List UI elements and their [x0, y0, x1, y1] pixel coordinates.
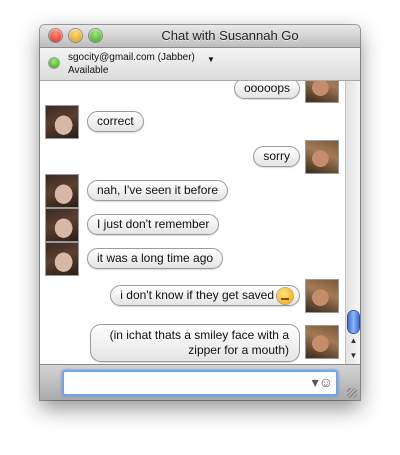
- message-row: sorry: [40, 140, 345, 174]
- message-bubble: ooooops: [233, 81, 300, 99]
- account-status-bar: sgocity@gmail.com (Jabber) ▼ Available: [40, 48, 360, 81]
- message-row: i don't know if they get saved: [40, 279, 345, 313]
- message-row: nah, I've seen it before: [40, 174, 345, 208]
- message-input-bar: ▾☺: [40, 364, 360, 400]
- message-input[interactable]: [67, 374, 311, 392]
- minimize-icon[interactable]: [69, 29, 82, 42]
- scroll-thumb[interactable]: [348, 311, 359, 333]
- title-bar[interactable]: Chat with Susannah Go: [40, 25, 360, 48]
- avatar: [305, 279, 339, 313]
- avatar: [45, 208, 79, 242]
- message-row: correct: [40, 105, 345, 139]
- message-bubble: I just don't remember: [87, 214, 220, 235]
- message-bubble: i don't know if they get saved: [110, 285, 300, 306]
- message-bubble: sorry: [253, 146, 300, 167]
- close-icon[interactable]: [49, 29, 62, 42]
- avatar: [305, 81, 339, 103]
- avatar: [45, 242, 79, 276]
- avatar: [305, 325, 339, 359]
- message-bubble: it was a long time ago: [87, 248, 224, 269]
- message-input-field[interactable]: ▾☺: [62, 370, 338, 396]
- message-text: i don't know if they get saved: [120, 288, 274, 302]
- chat-transcript[interactable]: ooooops correct sorry nah, I've seen it …: [40, 81, 345, 364]
- zoom-icon[interactable]: [89, 29, 102, 42]
- resize-grip-icon[interactable]: [347, 388, 357, 398]
- chat-window: Chat with Susannah Go sgocity@gmail.com …: [40, 25, 360, 400]
- message-bubble: (in ichat thats a smiley face with a zip…: [90, 324, 300, 362]
- window-title: Chat with Susannah Go: [161, 28, 299, 43]
- transcript-scrollbar[interactable]: ▲ ▼: [345, 81, 360, 364]
- avatar: [305, 140, 339, 174]
- status-available-icon: [49, 58, 59, 68]
- zipper-mouth-smiley-icon: [277, 287, 293, 304]
- message-bubble: correct: [87, 111, 144, 132]
- message-bubble: nah, I've seen it before: [87, 180, 229, 201]
- avatar: [45, 105, 79, 139]
- scroll-down-arrow-icon[interactable]: ▼: [346, 349, 360, 363]
- message-row: ooooops: [40, 81, 345, 103]
- message-row: (in ichat thats a smiley face with a zip…: [40, 321, 345, 362]
- message-row: it was a long time ago: [40, 242, 345, 276]
- scroll-up-arrow-icon[interactable]: ▲: [346, 334, 360, 348]
- smiley-picker-icon[interactable]: ▾☺: [312, 375, 333, 389]
- avatar: [45, 174, 79, 208]
- message-row: I just don't remember: [40, 208, 345, 242]
- presence-status: Available: [68, 65, 109, 76]
- chevron-down-icon[interactable]: ▼: [207, 55, 215, 64]
- account-selector[interactable]: sgocity@gmail.com (Jabber): [68, 52, 195, 63]
